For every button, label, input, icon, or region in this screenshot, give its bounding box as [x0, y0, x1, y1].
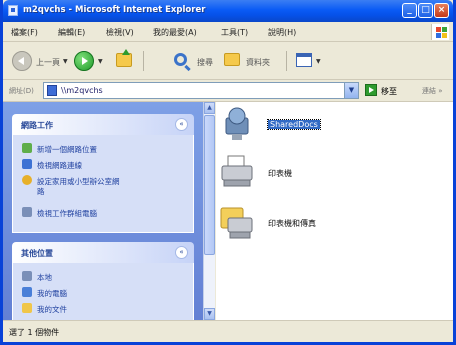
back-dropdown-icon[interactable]: ▼ — [63, 58, 68, 65]
task-label[interactable]: 設定家用或小型辦公室網 — [37, 176, 120, 187]
address-input[interactable]: \\m2qvchs ▼ — [43, 82, 359, 99]
windows-logo-icon — [431, 24, 449, 40]
other-places-header[interactable]: 其他位置 « — [12, 242, 194, 263]
toolbar-separator — [143, 51, 144, 71]
printers-faxes-icon — [220, 207, 253, 239]
other-places-panel: 其他位置 « 本地 我的電腦 我的文件 — [12, 242, 194, 320]
network-tasks-title: 網路工作 — [21, 121, 53, 130]
title-bar[interactable]: m2qvchs - Microsoft Internet Explorer _ … — [3, 0, 453, 22]
network-icon — [22, 271, 32, 281]
help-icon — [22, 175, 32, 185]
scroll-thumb[interactable] — [204, 115, 215, 255]
collapse-chevron-icon[interactable]: « — [175, 246, 188, 259]
toolbar: 上一頁 ▼ ▼ 搜尋 資料夾 ▼ — [3, 42, 453, 80]
address-label: 網址(D) — [9, 87, 34, 95]
views-dropdown-icon[interactable]: ▼ — [316, 58, 321, 65]
folders-label[interactable]: 資料夾 — [246, 57, 270, 68]
address-dropdown-icon[interactable]: ▼ — [344, 83, 358, 98]
item-shareddocs[interactable]: SharedDocs — [220, 106, 440, 146]
menu-favorites[interactable]: 我的最愛(A) — [153, 27, 197, 38]
item-label[interactable]: 印表機 — [268, 168, 292, 179]
item-label[interactable]: SharedDocs — [267, 119, 321, 130]
go-icon[interactable] — [365, 84, 377, 96]
toolbar-separator — [286, 51, 287, 71]
search-icon[interactable] — [174, 53, 187, 66]
computer-icon — [47, 85, 57, 96]
add-network-place-icon — [22, 143, 32, 153]
forward-button[interactable] — [74, 51, 94, 71]
item-label[interactable]: 印表機和傳真 — [268, 218, 316, 229]
menu-file[interactable]: 檔案(F) — [11, 27, 38, 38]
search-label[interactable]: 搜尋 — [197, 57, 213, 68]
close-button[interactable]: × — [434, 3, 449, 18]
menu-help[interactable]: 說明(H) — [268, 27, 296, 38]
task-label[interactable]: 本地 — [37, 272, 52, 283]
window-title: m2qvchs - Microsoft Internet Explorer — [23, 5, 206, 15]
minimize-button[interactable]: _ — [402, 3, 417, 18]
scroll-up-icon[interactable]: ▲ — [204, 102, 215, 114]
printer-icon — [221, 155, 253, 187]
task-pane: 網路工作 « 新增一個網路位置 檢視網路連線 設定家用或小型辦公室網 路 檢視工… — [3, 102, 203, 320]
task-label[interactable]: 檢視網路連線 — [37, 160, 82, 171]
task-label[interactable]: 我的電腦 — [37, 288, 67, 299]
menu-tools[interactable]: 工具(T) — [221, 27, 248, 38]
explorer-window: m2qvchs - Microsoft Internet Explorer _ … — [0, 0, 456, 345]
task-label[interactable]: 我的文件 — [37, 304, 67, 315]
address-bar: 網址(D) \\m2qvchs ▼ 移至 連結 » — [3, 80, 453, 102]
back-button[interactable] — [12, 51, 32, 71]
other-places-title: 其他位置 — [21, 249, 53, 258]
workgroup-computers-icon — [22, 207, 32, 217]
task-label-continued[interactable]: 路 — [37, 186, 45, 197]
folders-icon[interactable] — [224, 53, 240, 66]
menu-bar: 檔案(F) 編輯(E) 檢視(V) 我的最愛(A) 工具(T) 說明(H) — [3, 22, 453, 42]
other-places-body: 本地 我的電腦 我的文件 — [12, 263, 194, 320]
maximize-button[interactable]: □ — [418, 3, 433, 18]
network-tasks-header[interactable]: 網路工作 « — [12, 114, 194, 135]
my-computer-icon — [22, 287, 32, 297]
my-documents-icon — [22, 303, 32, 313]
back-label: 上一頁 — [36, 58, 60, 67]
status-text: 選了 1 個物件 — [9, 328, 60, 337]
folder-content: SharedDocs 印表機 印表機和傳真 — [216, 102, 453, 320]
shared-folder-icon — [225, 107, 249, 140]
window-icon — [8, 5, 18, 16]
item-printers-faxes[interactable]: 印表機和傳真 — [220, 204, 440, 244]
task-label[interactable]: 檢視工作群組電腦 — [37, 208, 97, 219]
collapse-chevron-icon[interactable]: « — [175, 118, 188, 131]
go-button[interactable]: 移至 — [381, 86, 397, 97]
status-bar: 選了 1 個物件 — [3, 320, 453, 342]
links-button[interactable]: 連結 » — [422, 86, 443, 96]
item-printer[interactable]: 印表機 — [220, 154, 440, 194]
forward-dropdown-icon[interactable]: ▼ — [98, 58, 103, 65]
task-pane-scrollbar[interactable]: ▲ ▼ — [203, 102, 215, 320]
views-icon[interactable] — [296, 53, 312, 67]
network-tasks-panel: 網路工作 « 新增一個網路位置 檢視網路連線 設定家用或小型辦公室網 路 檢視工… — [12, 114, 194, 233]
task-label[interactable]: 新增一個網路位置 — [37, 144, 97, 155]
network-connections-icon — [22, 159, 32, 169]
menu-view[interactable]: 檢視(V) — [106, 27, 134, 38]
up-folder-icon[interactable] — [116, 49, 132, 67]
scroll-down-icon[interactable]: ▼ — [204, 308, 215, 320]
menu-edit[interactable]: 編輯(E) — [58, 27, 85, 38]
network-tasks-body: 新增一個網路位置 檢視網路連線 設定家用或小型辦公室網 路 檢視工作群組電腦 — [12, 135, 194, 233]
address-value[interactable]: \\m2qvchs — [61, 86, 103, 95]
